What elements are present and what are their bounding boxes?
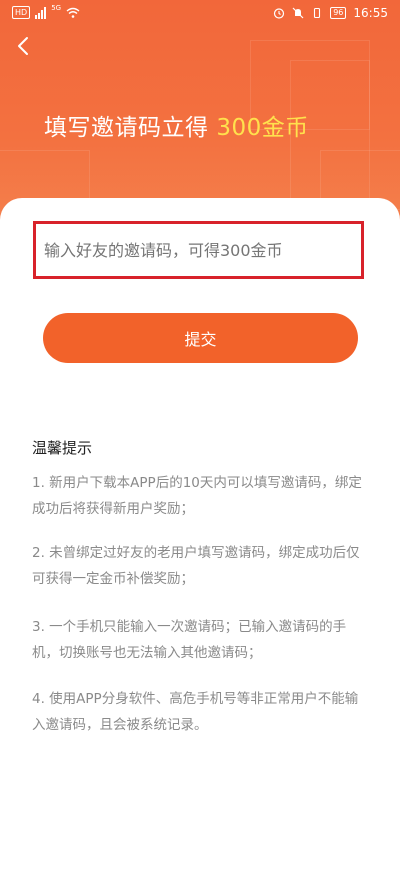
submit-button[interactable]: 提交 — [43, 313, 358, 363]
mute-icon — [292, 7, 304, 19]
clock: 16:55 — [353, 6, 388, 20]
hd-icon: HD — [12, 6, 31, 19]
page-title: 填写邀请码立得 300金币 — [44, 108, 309, 142]
tips-title: 温馨提示 — [32, 439, 93, 457]
title-highlight: 300金币 — [216, 115, 309, 141]
tip-item-2: 2. 未曾绑定过好友的老用户填写邀请码，绑定成功后仅可获得一定金币补偿奖励； — [32, 545, 360, 587]
vibrate-icon — [314, 7, 321, 19]
chevron-left-icon — [18, 37, 28, 55]
invite-code-input[interactable] — [33, 221, 364, 279]
wifi-icon — [66, 7, 80, 18]
signal-icon — [35, 6, 47, 19]
tip-item-3: 3. 一个手机只能输入一次邀请码；已输入邀请码的手机，切换账号也无法输入其他邀请… — [32, 619, 347, 661]
tip-item-1: 1. 新用户下载本APP后的10天内可以填写邀请码，绑定成功后将获得新用户奖励； — [32, 475, 362, 517]
battery-icon: 96 — [330, 7, 347, 19]
title-prefix: 填写邀请码立得 — [44, 115, 217, 141]
network-type: 5G — [51, 4, 62, 12]
alarm-icon — [274, 8, 285, 19]
tip-item-4: 4. 使用APP分身软件、高危手机号等非正常用户不能输入邀请码，且会被系统记录。 — [32, 691, 359, 733]
status-bar: HD 5G 96 16:55 — [0, 0, 400, 28]
back-button[interactable] — [10, 32, 38, 60]
